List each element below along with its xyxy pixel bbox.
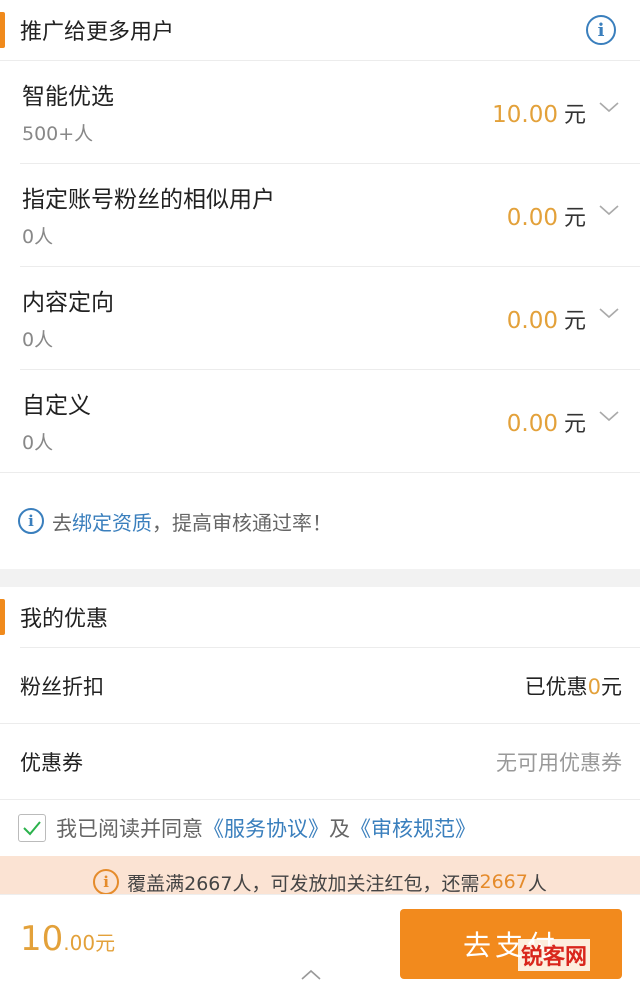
fans-discount-value: 已优惠0元	[525, 671, 622, 701]
target-option-content[interactable]: 内容定向 0人 0.00 元	[0, 267, 640, 369]
fans-discount-prefix: 已优惠	[524, 674, 588, 699]
target-option-name: 智能优选	[22, 84, 114, 110]
target-option-count: 500+人	[22, 123, 94, 145]
target-option-price[interactable]: 0.00 元	[507, 200, 586, 232]
section-gap	[0, 569, 640, 587]
target-option-price[interactable]: 0.00 元	[507, 303, 586, 335]
total-integer: 10	[20, 919, 64, 959]
price-value: 0.00	[506, 411, 558, 437]
info-icon: i	[18, 508, 44, 534]
coupon-row[interactable]: 优惠券 无可用优惠券	[0, 724, 640, 799]
target-option-count: 0人	[22, 432, 54, 454]
promote-header: 推广给更多用户 i	[0, 0, 640, 60]
fans-discount-label: 粉丝折扣	[20, 674, 104, 699]
target-option-price[interactable]: 10.00 元	[492, 97, 586, 129]
watermark-logo: 锐客网	[517, 939, 590, 971]
fans-discount-row: 粉丝折扣 已优惠0元	[0, 648, 640, 723]
coupon-label: 优惠券	[20, 750, 83, 775]
fans-discount-unit: 元	[601, 674, 622, 699]
target-option-count: 0人	[22, 329, 54, 351]
review-rules-link[interactable]: 《审核规范》	[350, 813, 476, 843]
target-option-name: 自定义	[22, 393, 91, 419]
target-option-similar-fans[interactable]: 指定账号粉丝的相似用户 0人 0.00 元	[0, 164, 640, 266]
tip-prefix: 去	[52, 510, 72, 535]
price-unit: 元	[563, 103, 586, 128]
notice-highlight: 2667	[479, 871, 528, 893]
chevron-down-icon[interactable]	[598, 305, 620, 321]
section-accent-bar	[0, 12, 5, 48]
agree-prefix: 我已阅读并同意	[56, 817, 203, 841]
qualification-tip: i 去 绑定资质 ，提高审核通过率！	[0, 473, 640, 569]
price-value: 0.00	[506, 205, 558, 231]
info-icon[interactable]: i	[586, 15, 616, 45]
total-amount: 10 .00元	[20, 919, 115, 959]
section-accent-bar	[0, 599, 5, 635]
coupon-value: 无可用优惠券	[496, 750, 622, 775]
target-option-custom[interactable]: 自定义 0人 0.00 元	[0, 370, 640, 472]
info-icon: i	[93, 869, 120, 895]
notice-suffix: 人	[527, 872, 547, 895]
discount-header: 我的优惠	[0, 587, 640, 647]
chevron-up-icon[interactable]	[300, 969, 322, 981]
price-unit: 元	[563, 309, 586, 334]
price-value: 10.00	[492, 102, 558, 128]
target-option-smart[interactable]: 智能优选 500+人 10.00 元	[0, 61, 640, 163]
check-icon	[23, 821, 41, 836]
price-unit: 元	[563, 206, 586, 231]
chevron-down-icon[interactable]	[598, 202, 620, 218]
agree-joiner: 及	[329, 817, 350, 841]
target-option-count: 0人	[22, 226, 54, 248]
price-unit: 元	[563, 412, 586, 437]
target-option-name: 内容定向	[22, 290, 114, 316]
notice-text: 覆盖满2667人，可发放加关注红包，还需	[127, 872, 480, 895]
service-agreement-link[interactable]: 《服务协议》	[203, 813, 329, 843]
chevron-down-icon[interactable]	[598, 408, 620, 424]
total-decimal: .00元	[63, 931, 116, 955]
checkout-footer: 10 .00元 去支付 锐客网	[0, 894, 640, 989]
promote-title: 推广给更多用户	[20, 20, 175, 45]
target-option-name: 指定账号粉丝的相似用户	[22, 187, 275, 213]
bind-qualification-link[interactable]: 绑定资质	[72, 507, 152, 536]
discount-title: 我的优惠	[20, 607, 109, 632]
agreement-row: 我已阅读并同意 《服务协议》 及 《审核规范》	[0, 800, 640, 856]
tip-suffix: ，提高审核通过率！	[152, 510, 332, 535]
fans-discount-amount: 0	[587, 674, 601, 699]
agree-checkbox[interactable]	[18, 814, 46, 842]
price-value: 0.00	[506, 308, 558, 334]
target-option-price[interactable]: 0.00 元	[507, 406, 586, 438]
chevron-down-icon[interactable]	[598, 99, 620, 115]
